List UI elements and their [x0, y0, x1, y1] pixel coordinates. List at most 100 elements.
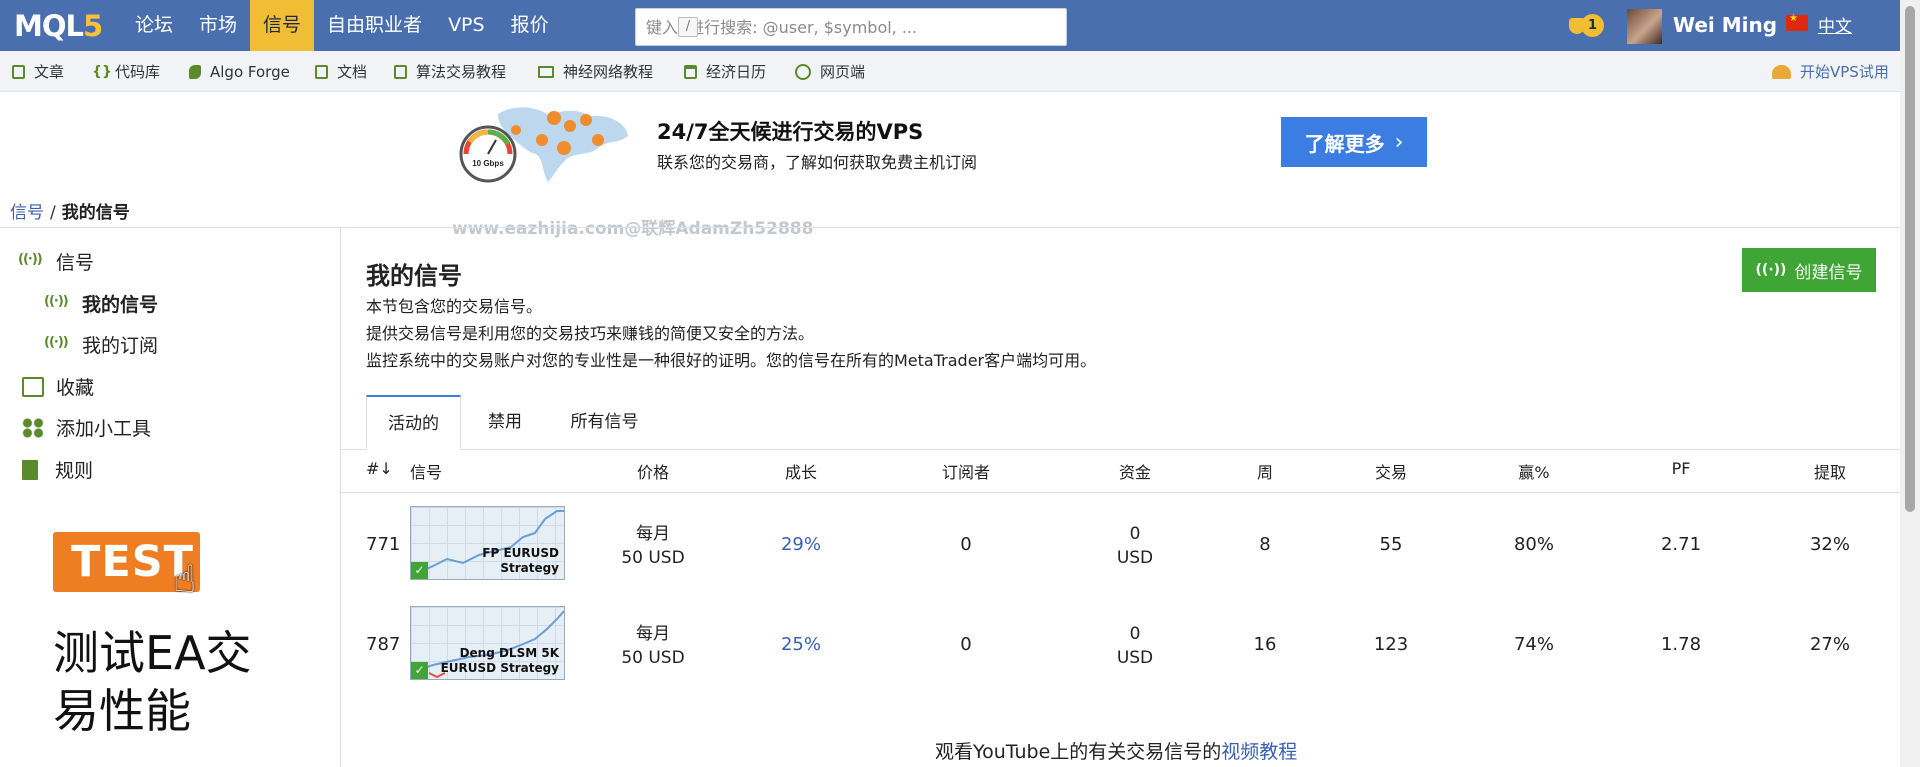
table-header-divider	[341, 492, 1900, 493]
column-header-drawdown[interactable]: 提取	[1795, 459, 1865, 483]
toolbar-algo-tutorial[interactable]: 算法交易教程	[394, 51, 506, 92]
tab-disabled[interactable]: 禁用	[470, 395, 540, 450]
sidebar-item-widgets[interactable]: 添加小工具	[22, 414, 151, 441]
description-line: 提供交易信号是利用您的交易技巧来赚钱的简便又安全的方法。	[366, 324, 815, 343]
cell-growth[interactable]: 25%	[766, 634, 836, 655]
signal-name-line: FP EURUSD	[482, 546, 559, 560]
cell-id: 771	[366, 534, 401, 555]
create-signal-label: 创建信号	[1794, 262, 1863, 283]
column-header-pf[interactable]: PF	[1646, 459, 1716, 478]
antenna-icon: ((·))	[1755, 262, 1787, 278]
logo-text: MQL	[14, 9, 84, 43]
column-header-signal[interactable]: 信号	[410, 459, 442, 483]
search-shortcut-key: /	[678, 17, 698, 37]
sidebar-item-signals[interactable]: 信号	[18, 248, 94, 275]
toolbar-articles[interactable]: 文章	[12, 51, 64, 92]
description-line: 监控系统中的交易账户对您的专业性是一种很好的证明。您的信号在所有的MetaTra…	[366, 351, 1097, 370]
nav-signals[interactable]: 信号	[250, 0, 315, 51]
secondary-toolbar: 文章 {} 代码库 Algo Forge 文档 算法交易教程 神经网络教程 经济日…	[0, 51, 1900, 92]
username[interactable]: Wei Ming	[1673, 13, 1777, 37]
breadcrumb-signals-link[interactable]: 信号	[10, 203, 44, 223]
toolbar-vps-trial[interactable]: 开始VPS试用	[1772, 51, 1889, 92]
video-tutorial-link[interactable]: 视频教程	[1221, 741, 1297, 763]
sidebar-item-favorites[interactable]: 收藏	[22, 373, 94, 400]
notification-button[interactable]: 1	[1569, 14, 1605, 38]
nav-market[interactable]: 市场	[186, 0, 250, 51]
funds-amount: 0	[1129, 524, 1141, 544]
cell-pf: 1.78	[1660, 634, 1702, 655]
signal-name-line: EURUSD Strategy	[440, 661, 559, 675]
toolbar-nn-tutorial[interactable]: 神经网络教程	[538, 51, 653, 92]
funds-currency: USD	[1116, 548, 1154, 568]
column-header-id[interactable]: #↓	[366, 459, 393, 478]
sidebar-item-label: 我的信号	[82, 294, 159, 316]
signal-name: FP EURUSD Strategy	[482, 546, 559, 576]
chevron-right-icon: ›	[1394, 129, 1404, 155]
column-header-win-rate[interactable]: 赢%	[1499, 459, 1569, 483]
widgets-icon	[22, 417, 44, 438]
toolbar-label: 经济日历	[706, 63, 767, 81]
pointer-hand-icon: ☝	[173, 557, 197, 601]
cell-trades: 55	[1379, 534, 1403, 555]
tab-all-signals[interactable]: 所有信号	[557, 395, 652, 450]
rules-bookmark-icon	[22, 459, 38, 480]
tab-active[interactable]: 活动的	[366, 395, 461, 450]
signal-name: Deng DLSM 5K EURUSD Strategy	[441, 646, 559, 676]
breadcrumb-separator: /	[50, 203, 56, 223]
test-ea-text[interactable]: 测试EA交易性能	[53, 624, 283, 740]
footer-text: 观看YouTube上的有关交易信号的	[935, 741, 1222, 763]
sidebar-divider	[340, 228, 341, 767]
create-signal-button[interactable]: ((·)) 创建信号	[1742, 248, 1876, 292]
document-icon	[315, 64, 328, 79]
cell-win-rate: 74%	[1513, 634, 1554, 655]
funds-currency: USD	[1116, 648, 1154, 668]
toolbar-calendar[interactable]: 经济日历	[684, 51, 766, 92]
china-flag-icon	[1786, 13, 1808, 31]
cell-drawdown: 27%	[1809, 634, 1850, 655]
signal-icon	[18, 252, 44, 272]
nav-forum[interactable]: 论坛	[122, 0, 186, 51]
signal-thumbnail[interactable]: FP EURUSD Strategy ✓	[410, 506, 565, 580]
signal-name-line: Strategy	[500, 561, 559, 575]
search-box: /	[635, 8, 1067, 46]
cell-id: 787	[366, 634, 401, 655]
sidebar-item-my-signals[interactable]: 我的信号	[44, 290, 159, 317]
globe-icon	[795, 63, 811, 80]
cell-growth[interactable]: 29%	[766, 534, 836, 555]
learn-more-button[interactable]: 了解更多 ›	[1281, 117, 1427, 167]
column-header-price[interactable]: 价格	[618, 459, 688, 483]
content-divider	[0, 227, 1900, 228]
toolbar-label: 开始VPS试用	[1800, 63, 1889, 81]
cell-funds: 0 USD	[1085, 622, 1185, 670]
toolbar-web-terminal[interactable]: 网页端	[795, 51, 865, 92]
cell-funds: 0 USD	[1085, 522, 1185, 570]
page-scrollbar[interactable]	[1900, 0, 1920, 767]
toolbar-docs[interactable]: 文档	[315, 51, 367, 92]
column-header-weeks[interactable]: 周	[1245, 459, 1285, 483]
column-header-growth[interactable]: 成长	[766, 459, 836, 483]
algo-forge-icon	[189, 64, 201, 79]
toolbar-label: 文档	[337, 63, 368, 81]
check-icon: ✓	[411, 562, 428, 579]
signal-thumbnail[interactable]: Deng DLSM 5K EURUSD Strategy ✓	[410, 606, 565, 680]
toolbar-codebase[interactable]: {} 代码库	[92, 51, 160, 92]
search-input[interactable]	[636, 9, 1066, 45]
nav-vps[interactable]: VPS	[435, 0, 498, 51]
nav-freelance[interactable]: 自由职业者	[314, 0, 435, 51]
mql5-logo[interactable]: MQL 5	[14, 9, 103, 43]
column-header-funds[interactable]: 资金	[1085, 459, 1185, 483]
language-switch[interactable]: 中文	[1818, 12, 1852, 37]
cell-pf: 2.71	[1660, 534, 1702, 555]
calendar-icon	[684, 64, 697, 79]
sidebar-item-label: 收藏	[56, 377, 95, 399]
column-header-trades[interactable]: 交易	[1356, 459, 1426, 483]
signal-icon	[44, 294, 70, 314]
sidebar-item-rules[interactable]: 规则	[22, 456, 93, 483]
nav-quotes[interactable]: 报价	[498, 0, 562, 51]
neural-network-icon	[538, 65, 554, 78]
toolbar-algo-forge[interactable]: Algo Forge	[189, 51, 290, 92]
sidebar-item-subscriptions[interactable]: 我的订阅	[44, 331, 158, 358]
column-header-subscribers[interactable]: 订阅者	[916, 459, 1016, 483]
scrollbar-thumb[interactable]	[1905, 6, 1915, 512]
user-avatar[interactable]	[1627, 9, 1662, 44]
